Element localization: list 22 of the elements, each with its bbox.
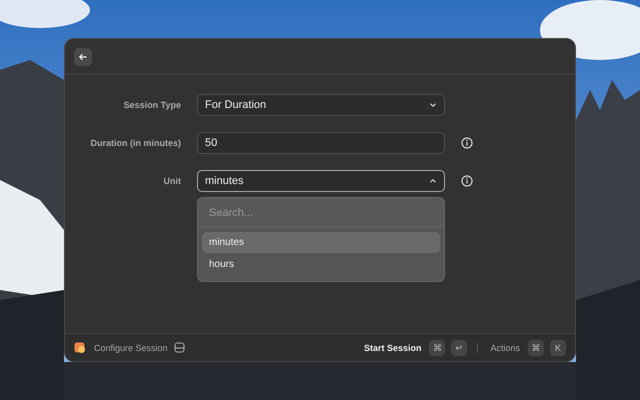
- input-field[interactable]: 50: [197, 132, 445, 154]
- dropdown-option[interactable]: minutes: [202, 232, 440, 253]
- back-button[interactable]: [74, 48, 92, 66]
- key-hint: ⌘: [429, 340, 446, 356]
- key-hint: K: [550, 340, 566, 356]
- footer-title: Configure Session: [94, 342, 168, 352]
- key-hint: ⌘: [528, 340, 544, 356]
- actions-button[interactable]: Actions: [488, 342, 522, 352]
- chevron-icon: [429, 178, 437, 184]
- field-label: Session Type: [124, 100, 181, 110]
- app-icon: [74, 342, 86, 354]
- left-arrow-icon: [78, 52, 88, 62]
- dropdown-option[interactable]: hours: [202, 254, 440, 275]
- start-session-button[interactable]: Start Session: [362, 342, 424, 352]
- select-field[interactable]: For Duration: [197, 94, 445, 116]
- key-hint: ↵: [451, 340, 468, 356]
- field-label: Unit: [164, 176, 181, 186]
- dropdown-menu[interactable]: Search... minutes hours: [197, 197, 445, 282]
- field-label: Duration (in minutes): [90, 138, 181, 148]
- select-field[interactable]: minutes: [197, 170, 445, 192]
- chevron-icon: [429, 102, 437, 108]
- drive-icon: [174, 342, 185, 353]
